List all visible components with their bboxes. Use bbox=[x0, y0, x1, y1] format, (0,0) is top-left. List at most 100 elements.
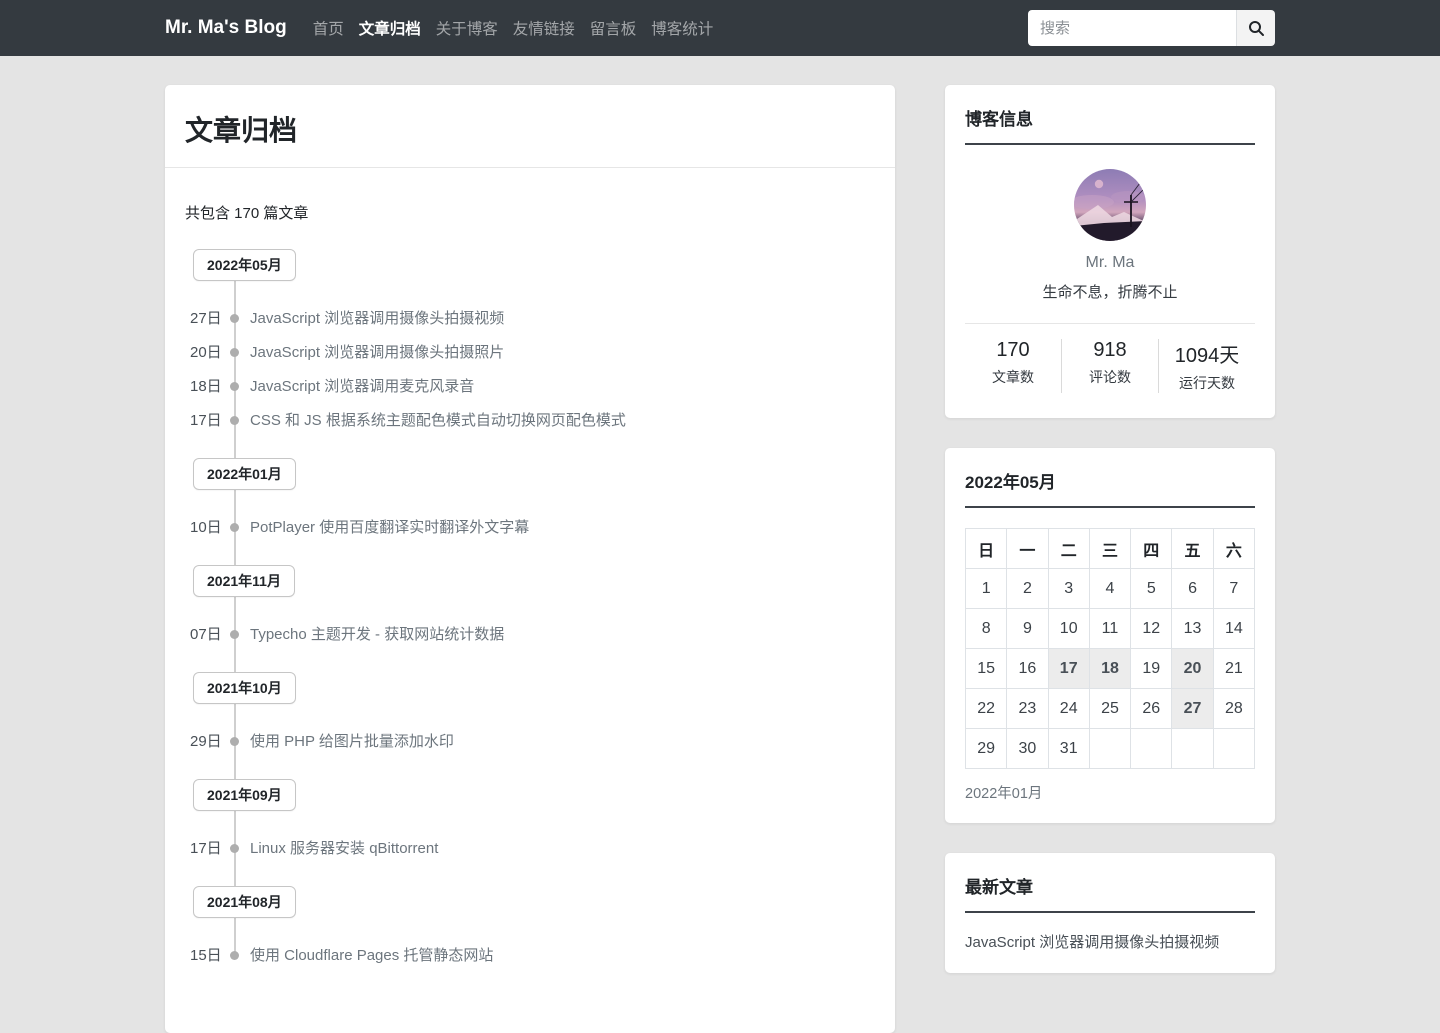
calendar-day: 4 bbox=[1088, 568, 1132, 609]
calendar-day: 2 bbox=[1006, 568, 1049, 609]
latest-post-link[interactable]: JavaScript 浏览器调用摄像头拍摄视频 bbox=[965, 933, 1255, 953]
calendar-prev-month-link[interactable]: 2022年01月 bbox=[965, 782, 1042, 803]
navbar: Mr. Ma's Blog 首页 文章归档 关于博客 友情链接 留言板 博客统计 bbox=[0, 0, 1440, 56]
stat-comments: 918 评论数 bbox=[1061, 339, 1158, 393]
post-date: 15日 bbox=[190, 947, 222, 964]
calendar-day: 24 bbox=[1047, 688, 1090, 729]
avatar bbox=[1074, 169, 1146, 241]
weekday-header: 五 bbox=[1171, 528, 1214, 569]
post-title-link[interactable]: PotPlayer 使用百度翻译实时翻译外文字幕 bbox=[250, 520, 529, 535]
month-group: 2021年08月 15日 使用 Cloudflare Pages 托管静态网站 bbox=[185, 886, 875, 963]
archive-card-body: 共包含 170 篇文章 2022年05月 27日 JavaScript 浏览器调用摄… bbox=[165, 168, 895, 1033]
blog-info-title: 博客信息 bbox=[965, 105, 1255, 145]
calendar-day: 8 bbox=[964, 608, 1008, 649]
post-title-link[interactable]: Typecho 主题开发 - 获取网站统计数据 bbox=[250, 627, 504, 642]
month-badge: 2021年11月 bbox=[193, 565, 295, 597]
month-group: 2021年10月 29日 使用 PHP 给图片批量添加水印 bbox=[185, 672, 875, 749]
month-posts: 29日 使用 PHP 给图片批量添加水印 bbox=[185, 734, 875, 749]
calendar-day: 26 bbox=[1130, 688, 1173, 729]
calendar-week-row: 15 16 17 18 19 20 21 bbox=[964, 648, 1256, 689]
stat-days-label: 运行天数 bbox=[1179, 375, 1235, 391]
calendar-day: 29 bbox=[964, 728, 1008, 769]
weekday-header: 一 bbox=[1006, 528, 1049, 569]
month-badge: 2022年05月 bbox=[193, 249, 296, 281]
weekday-header: 四 bbox=[1130, 528, 1173, 569]
nav-item-home[interactable]: 首页 bbox=[313, 17, 344, 39]
month-posts: 27日 JavaScript 浏览器调用摄像头拍摄视频 20日 JavaScript … bbox=[185, 311, 875, 428]
nav-item-stats[interactable]: 博客统计 bbox=[651, 17, 713, 39]
calendar-day bbox=[1130, 728, 1173, 769]
calendar-day: 30 bbox=[1006, 728, 1049, 769]
month-group: 2021年11月 07日 Typecho 主题开发 - 获取网站统计数据 bbox=[185, 565, 875, 642]
month-group: 2022年01月 10日 PotPlayer 使用百度翻译实时翻译外文字幕 bbox=[185, 458, 875, 535]
post-row: 20日 JavaScript 浏览器调用摄像头拍摄照片 bbox=[185, 345, 875, 360]
calendar-day: 10 bbox=[1047, 608, 1090, 649]
archive-card: 文章归档 共包含 170 篇文章 2022年05月 27日 JavaScript 浏… bbox=[165, 85, 895, 1033]
nav-item-archive[interactable]: 文章归档 bbox=[359, 17, 421, 39]
post-date: 17日 bbox=[190, 840, 222, 857]
post-date: 17日 bbox=[190, 412, 222, 429]
calendar-day: 11 bbox=[1088, 608, 1132, 649]
post-title-link[interactable]: JavaScript 浏览器调用麦克风录音 bbox=[250, 379, 474, 394]
calendar-day-with-post[interactable]: 18 bbox=[1088, 648, 1132, 689]
weekday-header: 二 bbox=[1047, 528, 1090, 569]
calendar-day-with-post[interactable]: 27 bbox=[1171, 688, 1214, 729]
post-row: 17日 Linux 服务器安装 qBittorrent bbox=[185, 841, 875, 856]
post-title-link[interactable]: JavaScript 浏览器调用摄像头拍摄视频 bbox=[250, 311, 504, 326]
search-input[interactable] bbox=[1028, 10, 1236, 46]
calendar-day: 12 bbox=[1130, 608, 1173, 649]
stat-comments-value: 918 bbox=[1093, 339, 1127, 361]
post-row: 10日 PotPlayer 使用百度翻译实时翻译外文字幕 bbox=[185, 520, 875, 535]
post-title-link[interactable]: 使用 PHP 给图片批量添加水印 bbox=[250, 734, 454, 749]
latest-posts-card: 最新文章 JavaScript 浏览器调用摄像头拍摄视频 bbox=[945, 853, 1275, 973]
calendar-day: 5 bbox=[1130, 568, 1173, 609]
archive-card-header: 文章归档 bbox=[165, 85, 895, 168]
nav-item-guestbook[interactable]: 留言板 bbox=[590, 17, 637, 39]
calendar-week-row: 29 30 31 bbox=[964, 728, 1256, 769]
timeline-dot-icon bbox=[230, 416, 239, 425]
calendar-day bbox=[1212, 728, 1256, 769]
month-posts: 07日 Typecho 主题开发 - 获取网站统计数据 bbox=[185, 627, 875, 642]
post-title-link[interactable]: CSS 和 JS 根据系统主题配色模式自动切换网页配色模式 bbox=[250, 413, 626, 428]
post-row: 15日 使用 Cloudflare Pages 托管静态网站 bbox=[185, 948, 875, 963]
month-badge: 2022年01月 bbox=[193, 458, 296, 490]
profile-motto: 生命不息，折腾不止 bbox=[1042, 284, 1178, 301]
timeline-dot-icon bbox=[230, 630, 239, 639]
post-row: 29日 使用 PHP 给图片批量添加水印 bbox=[185, 734, 875, 749]
calendar-day: 13 bbox=[1171, 608, 1214, 649]
nav-item-links[interactable]: 友情链接 bbox=[513, 17, 575, 39]
post-title-link[interactable]: 使用 Cloudflare Pages 托管静态网站 bbox=[250, 948, 493, 963]
calendar-day-with-post[interactable]: 20 bbox=[1171, 648, 1214, 689]
archive-summary: 共包含 170 篇文章 bbox=[185, 205, 309, 222]
calendar-weekday-row: 日一二三四五六 bbox=[964, 528, 1256, 569]
calendar-day: 16 bbox=[1006, 648, 1049, 689]
calendar-card: 2022年05月 日一二三四五六 1 2 3 4 5 6 7 8 9 10 11 12 13 14 15 16… bbox=[945, 448, 1275, 823]
search-button[interactable] bbox=[1236, 10, 1275, 46]
page-title: 文章归档 bbox=[185, 115, 298, 146]
post-date: 27日 bbox=[190, 310, 222, 327]
calendar-day-with-post[interactable]: 17 bbox=[1047, 648, 1090, 689]
weekday-header: 六 bbox=[1212, 528, 1256, 569]
calendar-day: 14 bbox=[1212, 608, 1256, 649]
calendar-day: 21 bbox=[1212, 648, 1256, 689]
stats-row: 170 文章数 918 评论数 1094天 运行天数 bbox=[965, 324, 1255, 398]
profile-name: Mr. Ma bbox=[1085, 254, 1135, 271]
calendar-day bbox=[1088, 728, 1132, 769]
month-posts: 17日 Linux 服务器安装 qBittorrent bbox=[185, 841, 875, 856]
timeline-dot-icon bbox=[230, 951, 239, 960]
calendar-day: 9 bbox=[1006, 608, 1049, 649]
month-group: 2022年05月 27日 JavaScript 浏览器调用摄像头拍摄视频 20日 Jav… bbox=[185, 249, 875, 428]
calendar-day: 25 bbox=[1088, 688, 1132, 729]
month-group: 2021年09月 17日 Linux 服务器安装 qBittorrent bbox=[185, 779, 875, 856]
post-row: 27日 JavaScript 浏览器调用摄像头拍摄视频 bbox=[185, 311, 875, 326]
calendar-title: 2022年05月 bbox=[965, 468, 1255, 508]
site-brand[interactable]: Mr. Ma's Blog bbox=[165, 17, 287, 39]
search-group bbox=[1028, 10, 1275, 46]
post-date: 10日 bbox=[190, 519, 222, 536]
timeline-dot-icon bbox=[230, 382, 239, 391]
post-title-link[interactable]: Linux 服务器安装 qBittorrent bbox=[250, 841, 438, 856]
post-title-link[interactable]: JavaScript 浏览器调用摄像头拍摄照片 bbox=[250, 345, 504, 360]
nav-item-about[interactable]: 关于博客 bbox=[436, 17, 498, 39]
stat-articles-label: 文章数 bbox=[992, 369, 1034, 385]
post-date: 29日 bbox=[190, 733, 222, 750]
